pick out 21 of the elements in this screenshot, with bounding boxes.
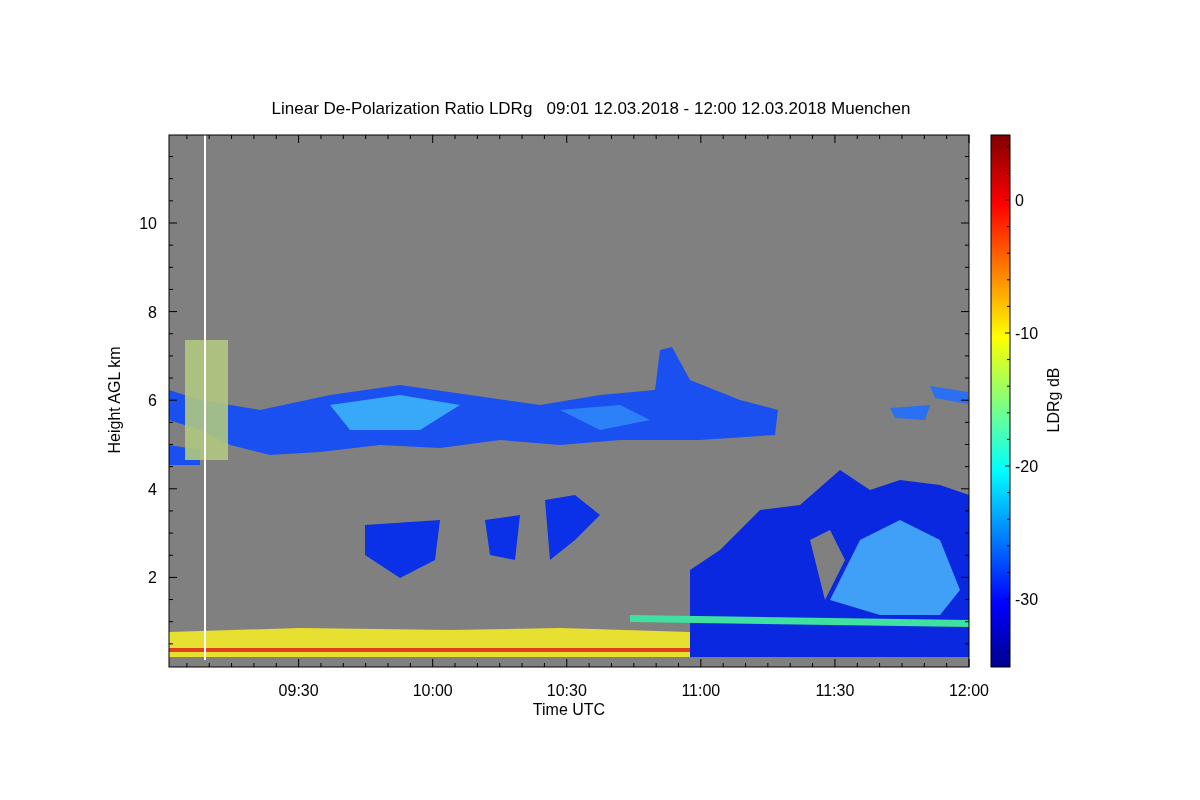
y-tick-label: 10 xyxy=(139,215,157,232)
chart-title: Linear De-Polarization Ratio LDRg 09:01 12.03.2018 - 12:00 12.03.2018 Muenchen xyxy=(271,99,911,118)
x-tick-label: 11:30 xyxy=(815,682,855,699)
y-axis-label: Height AGL km xyxy=(106,346,123,454)
y-tick-label: 8 xyxy=(148,303,157,321)
x-tick-label: 12:00 xyxy=(949,682,989,699)
colorbar-tick-label: -10 xyxy=(1015,325,1039,342)
colorbar-tick-label: -20 xyxy=(1015,458,1039,475)
colorbar-tick-label: 0 xyxy=(1015,192,1024,209)
y-tick-label: 2 xyxy=(148,569,157,587)
x-tick-label: 10:00 xyxy=(412,682,453,699)
cloud-patch xyxy=(485,515,520,560)
x-tick-label: 11:00 xyxy=(681,682,721,699)
y-tick-label: 4 xyxy=(148,480,157,498)
x-tick-label: 10:30 xyxy=(546,682,587,699)
x-axis-label: Time UTC xyxy=(532,701,606,718)
x-tick-label: 09:30 xyxy=(278,682,319,699)
y-tick-label: 6 xyxy=(148,392,157,410)
cloud-patch xyxy=(545,495,600,560)
colorbar-label: LDRg dB xyxy=(1045,367,1062,433)
colorbar-tick-label: -30 xyxy=(1015,591,1039,608)
